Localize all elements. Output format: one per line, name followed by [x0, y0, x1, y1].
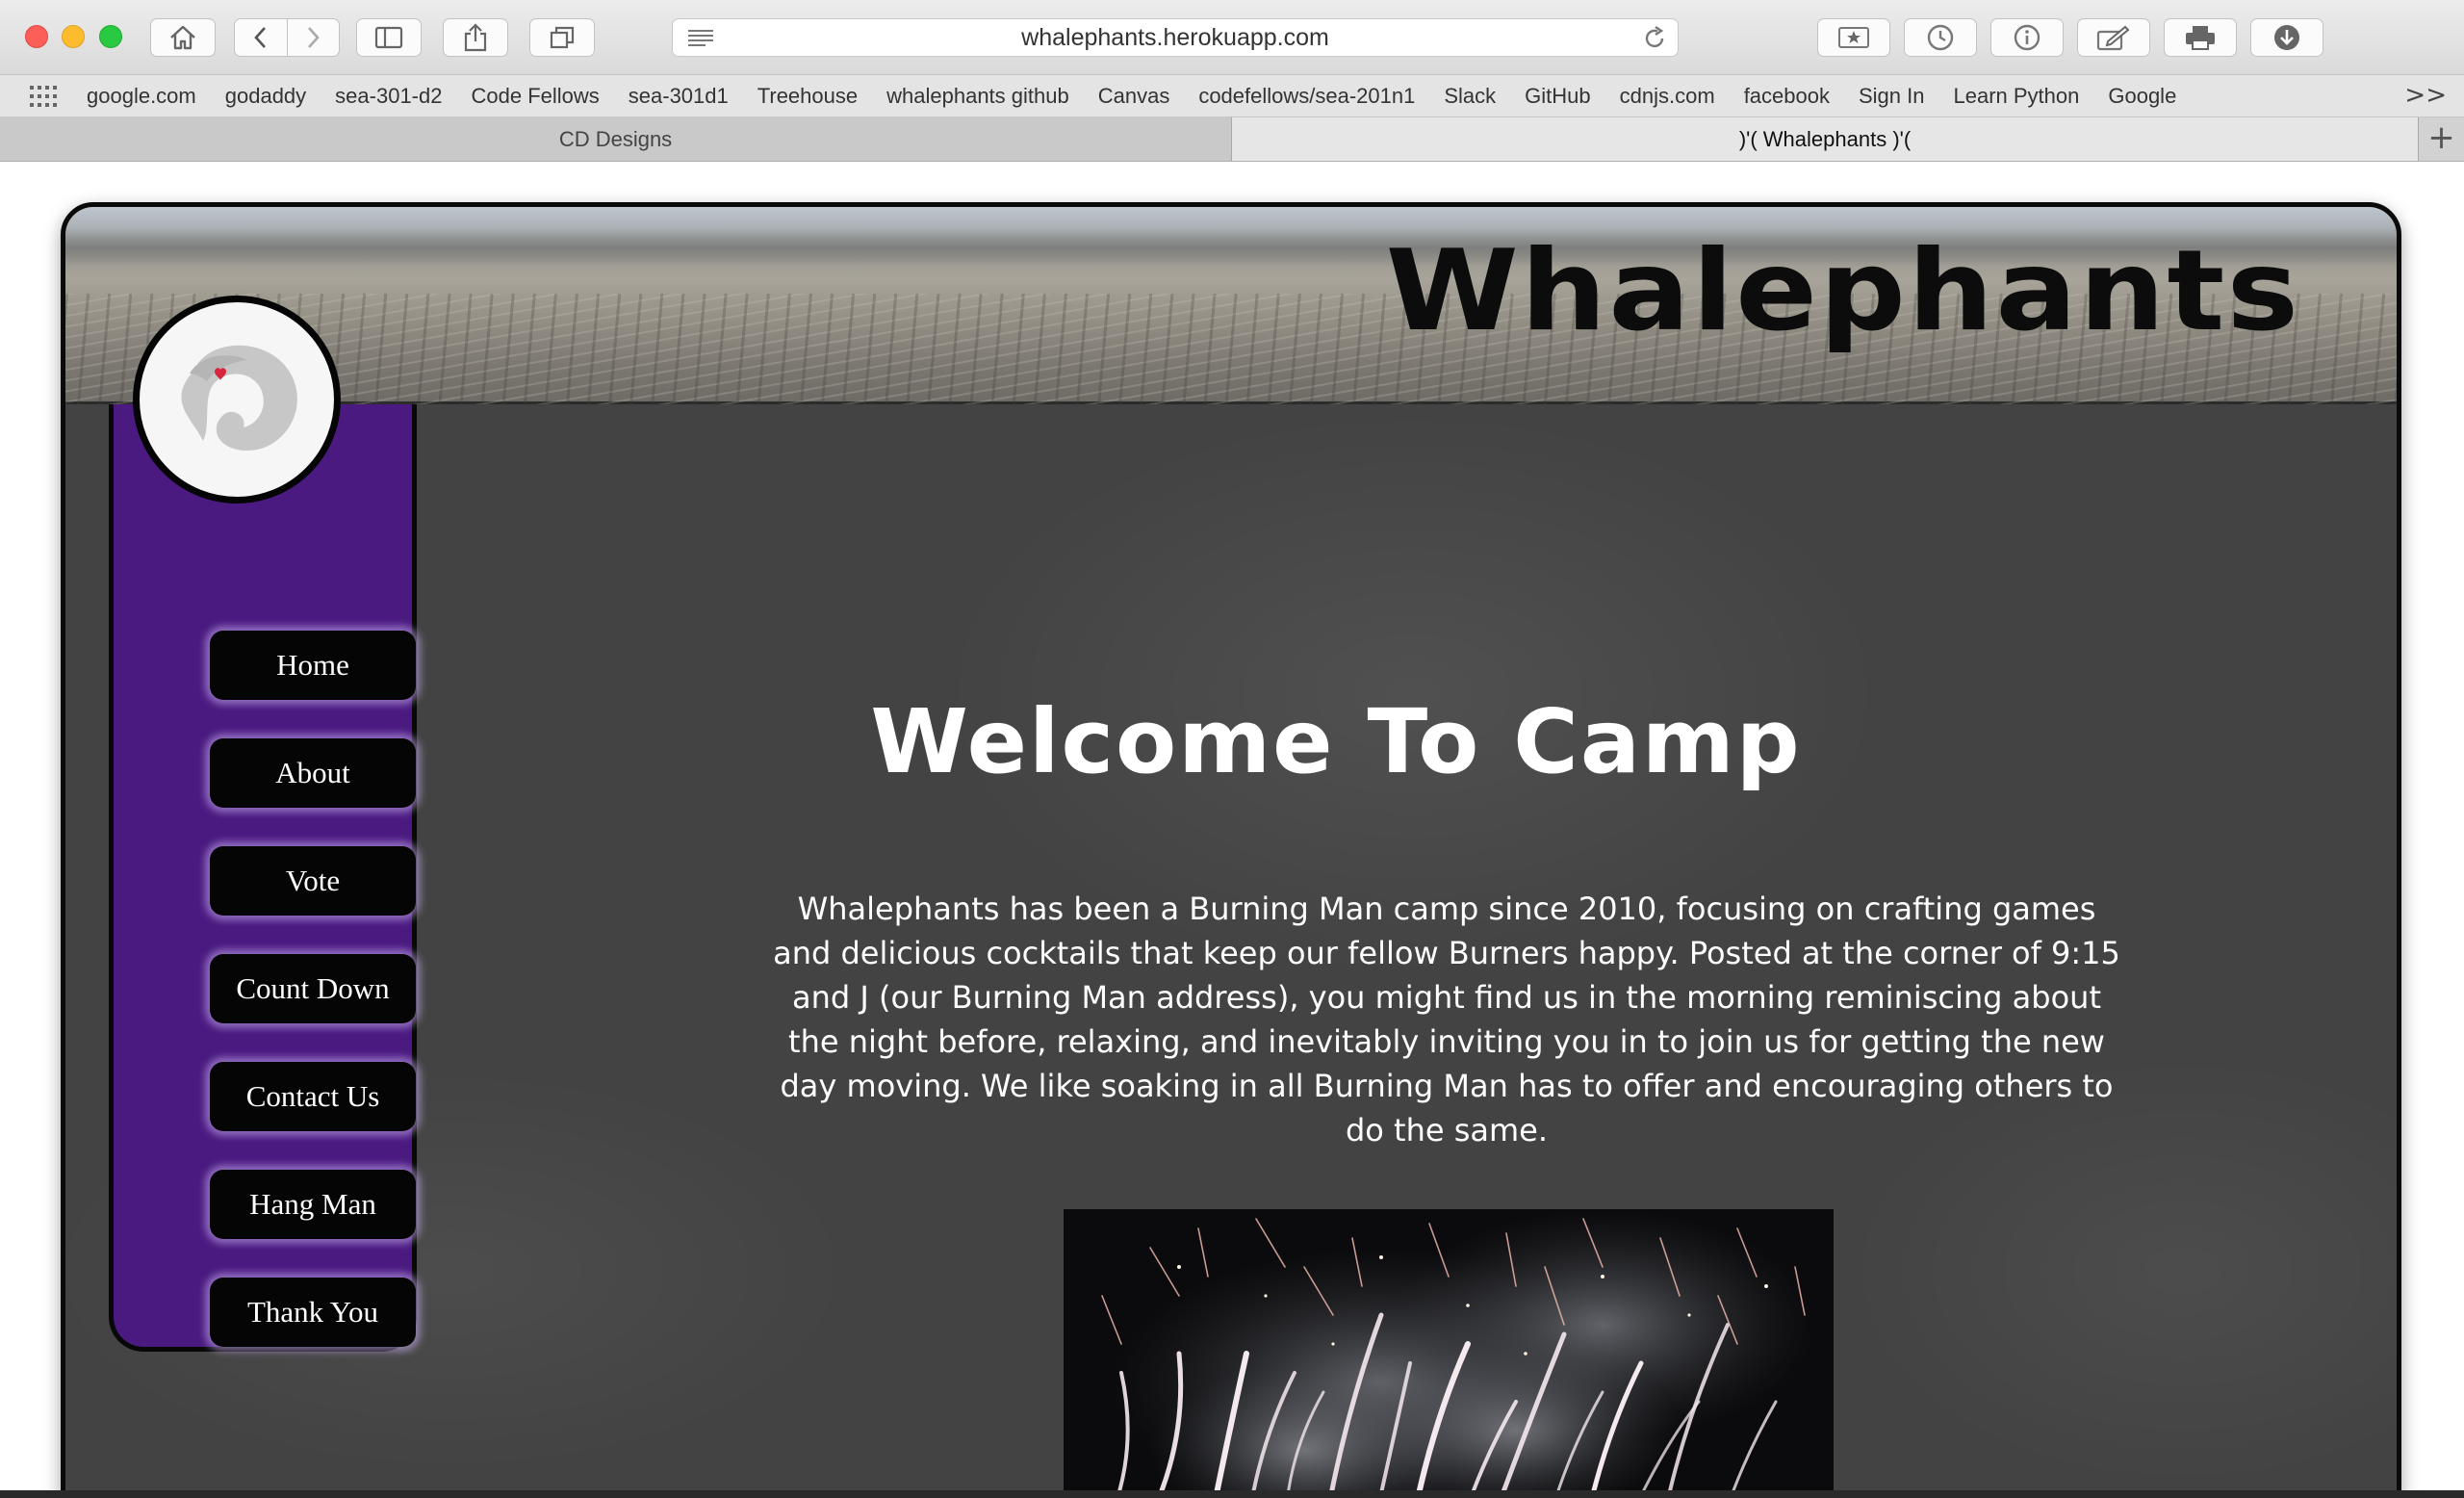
sidebar-button[interactable] — [356, 18, 422, 57]
nav-hang-man-button[interactable]: Hang Man — [210, 1170, 416, 1239]
header-banner: Whalephants — [65, 207, 2397, 404]
home-button[interactable] — [150, 18, 216, 57]
bookmark-canvas[interactable]: Canvas — [1098, 84, 1170, 109]
info-button[interactable] — [1990, 18, 2064, 57]
print-button[interactable] — [2164, 18, 2237, 57]
nav-vote-button[interactable]: Vote — [210, 846, 416, 916]
page-viewport: Whalephants Home About Vote Count Down C… — [0, 162, 2464, 1490]
bookmark-google-com[interactable]: google.com — [87, 84, 196, 109]
tabs-icon — [550, 26, 575, 49]
bookmark-google[interactable]: Google — [2108, 84, 2176, 109]
site-title: Whalephants — [1385, 226, 2300, 356]
bookmark-facebook[interactable]: facebook — [1744, 84, 1830, 109]
address-bar[interactable]: whalephants.herokuapp.com — [672, 18, 1679, 57]
bookmark-sign-in[interactable]: Sign In — [1859, 84, 1925, 109]
nav-home-button[interactable]: Home — [210, 631, 416, 700]
bookmark-star-icon — [1838, 27, 1869, 48]
download-icon — [2274, 25, 2299, 50]
nav-about-button[interactable]: About — [210, 738, 416, 808]
window-bottom-edge — [0, 1490, 2464, 1498]
whalephant-logo-icon — [181, 345, 297, 451]
bookmark-learn-python[interactable]: Learn Python — [1953, 84, 2079, 109]
apps-grid-icon[interactable] — [29, 85, 58, 108]
bookmark-code-fellows[interactable]: Code Fellows — [471, 84, 599, 109]
downloads-button[interactable] — [2250, 18, 2323, 57]
bookmarks-bar: google.com godaddy sea-301-d2 Code Fello… — [0, 75, 2464, 117]
nav-thank-you-button[interactable]: Thank You — [210, 1278, 416, 1347]
bookmark-codefellows-sea-201n1[interactable]: codefellows/sea-201n1 — [1198, 84, 1415, 109]
history-icon — [1927, 24, 1954, 51]
forward-icon — [308, 27, 320, 48]
history-nav-buttons — [234, 18, 340, 57]
edit-icon — [2096, 25, 2130, 51]
nav-contact-us-button[interactable]: Contact Us — [210, 1062, 416, 1131]
sidebar-nav: Home About Vote Count Down Contact Us Ha… — [109, 404, 417, 1352]
reload-icon[interactable] — [1641, 25, 1668, 52]
history-button[interactable] — [1904, 18, 1977, 57]
new-tab-button[interactable]: + — [2418, 117, 2464, 161]
bookmark-cdnjs[interactable]: cdnjs.com — [1620, 84, 1715, 109]
bookmark-godaddy[interactable]: godaddy — [225, 84, 306, 109]
forward-button[interactable] — [288, 19, 340, 56]
back-button[interactable] — [235, 19, 287, 56]
bookmark-whalephants-github[interactable]: whalephants github — [886, 84, 1069, 109]
share-icon — [464, 23, 487, 52]
bookmark-treehouse[interactable]: Treehouse — [757, 84, 858, 109]
minimize-window-button[interactable] — [62, 25, 85, 48]
tab-strip: CD Designs )'( Whalephants )'( + — [0, 117, 2464, 162]
share-button[interactable] — [443, 18, 508, 57]
home-icon — [170, 25, 195, 50]
bookmark-github[interactable]: GitHub — [1525, 84, 1590, 109]
sidebar-icon — [374, 26, 403, 49]
tab-cd-designs[interactable]: CD Designs — [0, 117, 1232, 161]
bookmarks-overflow-button[interactable]: >> — [2404, 81, 2447, 110]
zoom-window-button[interactable] — [99, 25, 122, 48]
site-frame: Whalephants Home About Vote Count Down C… — [61, 202, 2401, 1490]
tab-whalephants[interactable]: )'( Whalephants )'( — [1232, 117, 2418, 161]
site-logo[interactable] — [133, 296, 341, 504]
intro-paragraph: Whalephants has been a Burning Man camp … — [773, 891, 2120, 1149]
bookmark-sea-301-d2[interactable]: sea-301-d2 — [335, 84, 442, 109]
welcome-heading: Welcome To Camp — [870, 690, 1802, 793]
bookmark-button[interactable] — [1817, 18, 1890, 57]
fireworks-image — [1064, 1209, 1834, 1490]
fireworks-photo — [1064, 1209, 1834, 1490]
tab-overview-button[interactable] — [529, 18, 595, 57]
print-icon — [2186, 26, 2215, 50]
markup-button[interactable] — [2077, 18, 2150, 57]
url-text: whalephants.herokuapp.com — [1021, 24, 1329, 51]
nav-count-down-button[interactable]: Count Down — [210, 954, 416, 1023]
close-window-button[interactable] — [25, 25, 48, 48]
bookmark-list: google.com godaddy sea-301-d2 Code Fello… — [87, 75, 2176, 117]
back-icon — [254, 27, 266, 48]
browser-toolbar: whalephants.herokuapp.com — [0, 0, 2464, 75]
bookmark-slack[interactable]: Slack — [1444, 84, 1496, 109]
bookmark-sea-301d1[interactable]: sea-301d1 — [629, 84, 729, 109]
info-icon — [2014, 24, 2040, 51]
